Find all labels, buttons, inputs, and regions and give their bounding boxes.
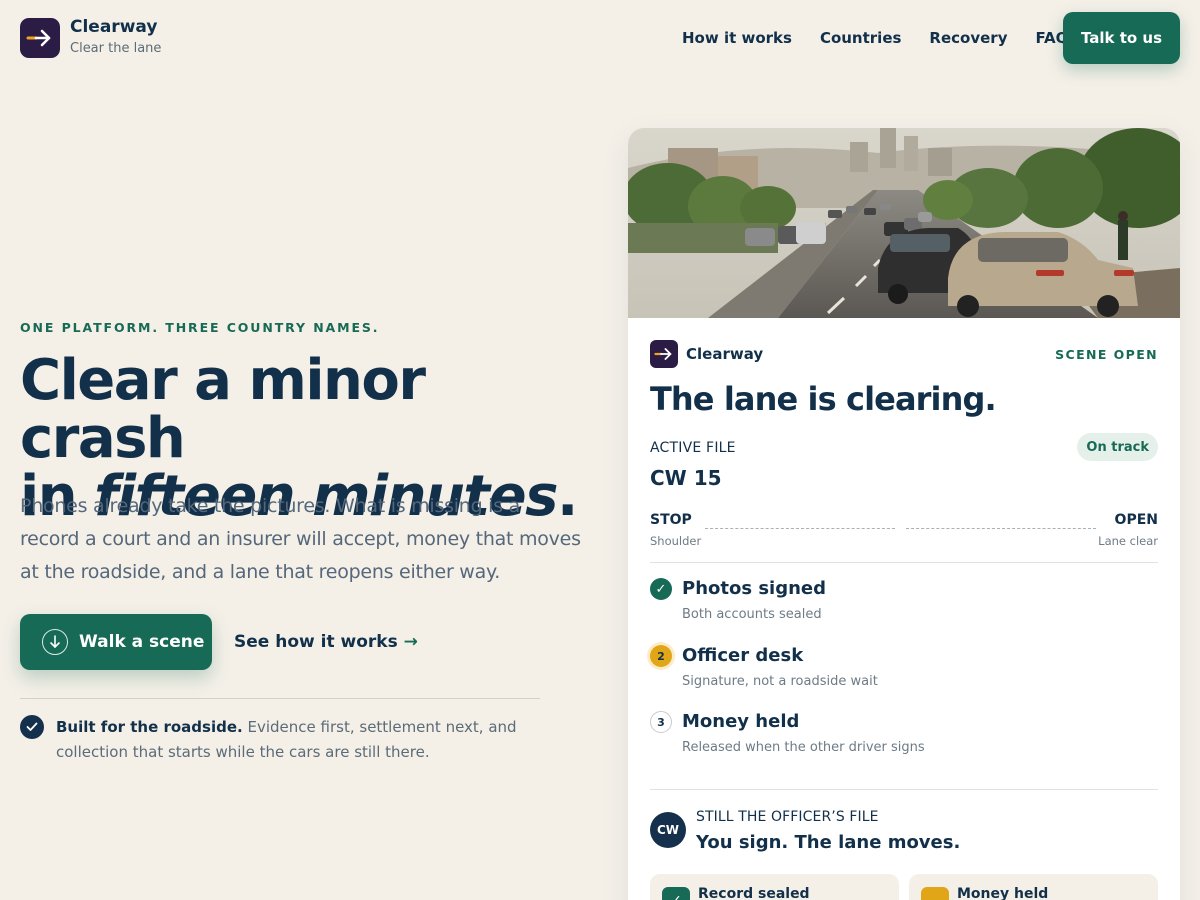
route-end-sub: Lane clear bbox=[1098, 534, 1158, 548]
site-header: Clearway Clear the lane How it works Cou… bbox=[0, 0, 1200, 78]
mini-card-money-held: Money held bbox=[909, 874, 1158, 900]
brand[interactable]: Clearway Clear the lane bbox=[20, 16, 161, 58]
nav-how-it-works[interactable]: How it works bbox=[682, 28, 792, 48]
card-brand: Clearway bbox=[650, 340, 763, 368]
nav-countries[interactable]: Countries bbox=[820, 28, 901, 48]
check-icon: ✓ bbox=[650, 578, 672, 600]
walk-a-scene-label: Walk a scene bbox=[79, 632, 205, 652]
hero-divider bbox=[20, 698, 540, 699]
status-badge: On track bbox=[1077, 433, 1158, 461]
card-title: The lane is clearing. bbox=[650, 380, 997, 418]
check-icon bbox=[20, 715, 44, 739]
card-brand-name: Clearway bbox=[686, 345, 764, 363]
route-start-sub: Shoulder bbox=[650, 534, 702, 548]
step-sub: Signature, not a roadside wait bbox=[682, 674, 878, 689]
roadside-note: Built for the roadside. Evidence first, … bbox=[20, 715, 520, 765]
roadside-bold: Built for the roadside. bbox=[56, 718, 243, 736]
see-how-it-works-link[interactable]: See how it works → bbox=[234, 630, 418, 654]
roadside-text: Built for the roadside. Evidence first, … bbox=[56, 715, 520, 765]
logo-arrow-icon bbox=[20, 18, 60, 58]
route-start: STOP bbox=[650, 512, 692, 528]
route-segment bbox=[906, 528, 1096, 529]
route-progress: STOP Shoulder OPEN Lane clear bbox=[650, 512, 1158, 552]
route-end: OPEN bbox=[1114, 512, 1158, 528]
hero-eyebrow: ONE PLATFORM. THREE COUNTRY NAMES. bbox=[20, 320, 380, 335]
nav-recovery[interactable]: Recovery bbox=[929, 28, 1007, 48]
see-how-it-works-label: See how it works bbox=[234, 632, 398, 652]
hero-lede: Phones already take the pictures. What i… bbox=[20, 495, 581, 583]
money-icon bbox=[921, 887, 949, 900]
step-number-badge: 3 bbox=[650, 711, 672, 733]
brand-tagline: Clear the lane bbox=[70, 41, 162, 56]
main-nav: How it works Countries Recovery FAQ bbox=[682, 28, 1096, 48]
mini-card-label: Money held bbox=[957, 886, 1049, 900]
talk-to-us-button[interactable]: Talk to us bbox=[1063, 12, 1180, 64]
card-divider bbox=[650, 562, 1158, 563]
logo-arrow-icon bbox=[650, 340, 678, 368]
check-icon: ✓ bbox=[662, 887, 690, 900]
headline-line1: Clear a minor crash bbox=[20, 348, 426, 471]
mini-card-label: Record sealed bbox=[698, 886, 810, 900]
officer-title: You sign. The lane moves. bbox=[696, 832, 961, 853]
step-number-badge: 2 bbox=[650, 645, 672, 667]
active-file-label: ACTIVE FILE bbox=[650, 440, 736, 456]
scene-status: SCENE OPEN bbox=[1055, 347, 1158, 362]
officer-label: STILL THE OFFICER’S FILE bbox=[696, 809, 879, 825]
arrow-down-circle-icon bbox=[42, 629, 68, 655]
brand-name: Clearway bbox=[70, 17, 158, 37]
step-title: Officer desk bbox=[682, 645, 804, 666]
file-id: CW 15 bbox=[650, 466, 722, 490]
card-divider bbox=[650, 789, 1158, 790]
mini-card-record-sealed: ✓ Record sealed bbox=[650, 874, 899, 900]
arrow-right-icon: → bbox=[403, 632, 418, 652]
step-title: Money held bbox=[682, 711, 800, 732]
walk-a-scene-button[interactable]: Walk a scene bbox=[20, 614, 212, 670]
traffic-photo bbox=[628, 128, 1180, 318]
step-title: Photos signed bbox=[682, 578, 826, 599]
route-segment bbox=[705, 528, 895, 529]
step-sub: Released when the other driver signs bbox=[682, 740, 925, 755]
avatar: CW bbox=[650, 812, 686, 848]
scene-card: Clearway SCENE OPEN The lane is clearing… bbox=[628, 128, 1180, 900]
step-sub: Both accounts sealed bbox=[682, 607, 822, 622]
